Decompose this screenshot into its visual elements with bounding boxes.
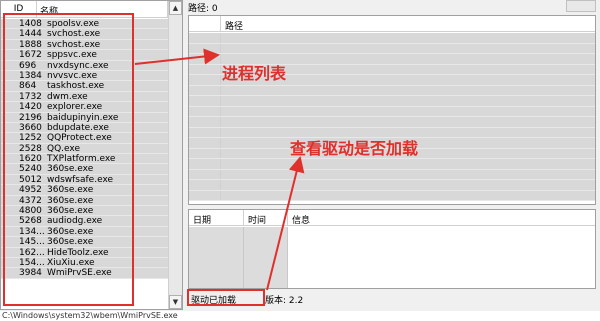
driver-row[interactable] <box>189 180 595 191</box>
process-list-scrollbar[interactable]: ▲ ▼ <box>168 1 182 309</box>
driver-row[interactable] <box>189 85 595 96</box>
driver-row[interactable] <box>189 33 595 44</box>
driver-list-header: 路径 <box>189 16 595 32</box>
log-list[interactable]: 日期 时间 信息 <box>188 209 596 289</box>
column-header-date[interactable]: 日期 <box>189 210 244 226</box>
driver-row[interactable] <box>189 169 595 180</box>
driver-status-highlight <box>187 289 265 306</box>
log-list-header: 日期 时间 信息 <box>189 210 595 226</box>
column-header-time[interactable]: 时间 <box>244 210 288 226</box>
process-list-annotation: 进程列表 <box>222 64 287 83</box>
process-list-highlight <box>3 13 134 306</box>
path-button[interactable] <box>566 0 596 12</box>
driver-row[interactable] <box>189 43 595 54</box>
driver-list[interactable]: 路径 <box>188 15 596 205</box>
column-header-info[interactable]: 信息 <box>288 210 595 226</box>
scroll-down-button[interactable]: ▼ <box>169 295 182 309</box>
path-label: 路径: 0 <box>188 4 218 14</box>
column-header-path[interactable]: 路径 <box>221 16 595 32</box>
driver-row[interactable] <box>189 159 595 170</box>
scroll-up-button[interactable]: ▲ <box>169 1 182 15</box>
driver-row[interactable] <box>189 96 595 107</box>
version-text: 版本: 2.2 <box>265 295 304 306</box>
log-rows <box>189 227 595 288</box>
driver-check-annotation: 查看驱动是否加载 <box>290 139 419 158</box>
driver-row[interactable] <box>189 117 595 128</box>
driver-rows <box>189 33 595 204</box>
selected-process-path: C:\Windows\system32\wbem\WmiPrvSE.exe <box>0 311 600 321</box>
driver-row[interactable] <box>189 106 595 117</box>
driver-row[interactable] <box>189 190 595 201</box>
